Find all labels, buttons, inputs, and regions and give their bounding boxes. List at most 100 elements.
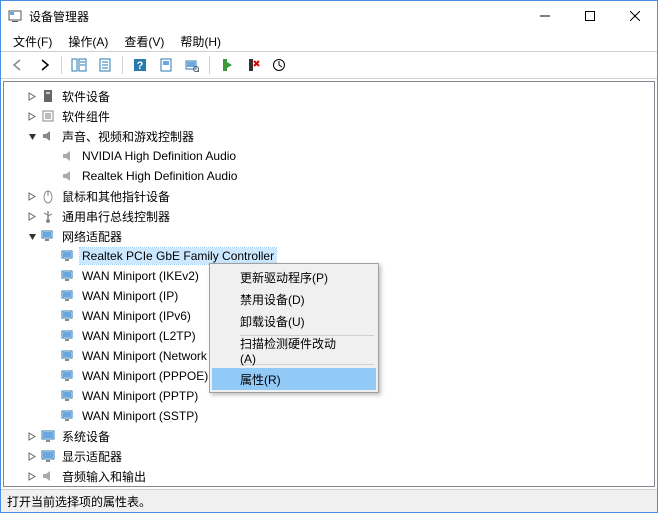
toolbar-separator [61, 56, 62, 74]
network-adapter-icon [60, 308, 76, 324]
tree-label: Realtek High Definition Audio [80, 168, 239, 184]
expand-icon[interactable] [24, 88, 40, 104]
expand-icon[interactable] [24, 448, 40, 464]
tree-label: WAN Miniport (L2TP) [80, 328, 198, 344]
tree-node-usb[interactable]: 通用串行总线控制器 [4, 206, 654, 226]
expand-icon[interactable] [24, 208, 40, 224]
tree-label: 系统设备 [60, 427, 112, 446]
collapse-icon[interactable] [24, 128, 40, 144]
computer-icon [40, 428, 56, 444]
ctx-label: 更新驱动程序(P) [240, 269, 328, 286]
mouse-icon [40, 188, 56, 204]
status-text: 打开当前选择项的属性表。 [7, 493, 151, 510]
ctx-scan-hardware[interactable]: 扫描检测硬件改动(A) [212, 339, 376, 361]
usb-icon [40, 208, 56, 224]
device-category-icon [40, 88, 56, 104]
expand-icon[interactable] [24, 428, 40, 444]
menubar: 文件(F) 操作(A) 查看(V) 帮助(H) [1, 31, 657, 51]
ctx-disable-device[interactable]: 禁用设备(D) [212, 288, 376, 310]
tree-label: WAN Miniport (IP) [80, 288, 180, 304]
toolbar-properties[interactable] [94, 54, 116, 76]
tree-node-network[interactable]: 网络适配器 [4, 226, 654, 246]
speaker-icon [60, 148, 76, 164]
tree-node-audio-io[interactable]: 音频输入和输出 [4, 466, 654, 486]
display-icon [40, 448, 56, 464]
network-adapter-icon [60, 348, 76, 364]
network-adapter-icon [60, 288, 76, 304]
tree-node-display[interactable]: 显示适配器 [4, 446, 654, 466]
tree-label: 网络适配器 [60, 227, 124, 246]
ctx-label: 扫描检测硬件改动(A) [240, 335, 336, 366]
toolbar-back[interactable] [7, 54, 29, 76]
network-adapter-icon [60, 368, 76, 384]
ctx-label: 卸载设备(U) [240, 313, 305, 330]
toolbar: ? [1, 51, 657, 79]
menu-file[interactable]: 文件(F) [5, 31, 60, 52]
tree-node-mouse[interactable]: 鼠标和其他指针设备 [4, 186, 654, 206]
tree-node-wan-sstp[interactable]: WAN Miniport (SSTP) [4, 406, 654, 426]
toolbar-separator [122, 56, 123, 74]
expand-icon[interactable] [24, 188, 40, 204]
tree-label: 显示适配器 [60, 447, 124, 466]
audio-icon [40, 468, 56, 484]
toolbar-help[interactable]: ? [129, 54, 151, 76]
tree-label: 软件组件 [60, 107, 112, 126]
network-adapter-icon [60, 328, 76, 344]
toolbar-computer[interactable] [155, 54, 177, 76]
tree-node-sound[interactable]: 声音、视频和游戏控制器 [4, 126, 654, 146]
tree-node-software-devices[interactable]: 软件设备 [4, 86, 654, 106]
tree-label: NVIDIA High Definition Audio [80, 148, 238, 164]
tree-label: WAN Miniport (IKEv2) [80, 268, 201, 284]
close-button[interactable] [612, 1, 657, 31]
menu-help[interactable]: 帮助(H) [172, 31, 229, 52]
network-adapter-icon [60, 248, 76, 264]
maximize-button[interactable] [567, 1, 612, 31]
device-category-icon [40, 108, 56, 124]
ctx-uninstall-device[interactable]: 卸载设备(U) [212, 310, 376, 332]
tree-label: 通用串行总线控制器 [60, 207, 172, 226]
toolbar-scan[interactable] [181, 54, 203, 76]
tree-content[interactable]: 软件设备 软件组件 声音、视频和游戏控制器 NVIDIA High Defini… [3, 81, 655, 487]
tree-label: Realtek PCIe GbE Family Controller [80, 248, 276, 264]
ctx-label: 禁用设备(D) [240, 291, 305, 308]
network-adapter-icon [60, 268, 76, 284]
minimize-button[interactable] [522, 1, 567, 31]
tree-node-software-components[interactable]: 软件组件 [4, 106, 654, 126]
ctx-properties[interactable]: 属性(R) [212, 368, 376, 390]
network-adapter-icon [60, 388, 76, 404]
network-adapter-icon [60, 408, 76, 424]
app-icon [7, 8, 23, 24]
expand-icon[interactable] [24, 468, 40, 484]
window-title: 设备管理器 [29, 8, 522, 25]
ctx-update-driver[interactable]: 更新驱动程序(P) [212, 266, 376, 288]
collapse-icon[interactable] [24, 228, 40, 244]
tree-node-nvidia-audio[interactable]: NVIDIA High Definition Audio [4, 146, 654, 166]
tree-label: WAN Miniport (PPPOE) [80, 368, 210, 384]
tree-label: 鼠标和其他指针设备 [60, 187, 172, 206]
tree-label: WAN Miniport (IPv6) [80, 308, 193, 324]
speaker-icon [60, 168, 76, 184]
tree-label: 软件设备 [60, 87, 112, 106]
tree-node-realtek-audio[interactable]: Realtek High Definition Audio [4, 166, 654, 186]
toolbar-forward[interactable] [33, 54, 55, 76]
svg-text:?: ? [137, 60, 144, 72]
toolbar-disable[interactable] [242, 54, 264, 76]
menu-action[interactable]: 操作(A) [60, 31, 116, 52]
tree-label: 音频输入和输出 [60, 467, 148, 486]
expand-icon[interactable] [24, 108, 40, 124]
titlebar: 设备管理器 [1, 1, 657, 31]
toolbar-update[interactable] [268, 54, 290, 76]
statusbar: 打开当前选择项的属性表。 [1, 489, 657, 512]
menu-view[interactable]: 查看(V) [116, 31, 172, 52]
context-menu: 更新驱动程序(P) 禁用设备(D) 卸载设备(U) 扫描检测硬件改动(A) 属性… [209, 263, 379, 393]
tree-label: WAN Miniport (SSTP) [80, 408, 200, 424]
tree-label: WAN Miniport (PPTP) [80, 388, 200, 404]
toolbar-show-hide[interactable] [68, 54, 90, 76]
toolbar-separator [209, 56, 210, 74]
device-manager-window: 设备管理器 文件(F) 操作(A) 查看(V) 帮助(H) [0, 0, 658, 513]
network-icon [40, 228, 56, 244]
tree-label: 声音、视频和游戏控制器 [60, 127, 196, 146]
tree-node-system[interactable]: 系统设备 [4, 426, 654, 446]
ctx-label: 属性(R) [240, 371, 281, 388]
toolbar-enable[interactable] [216, 54, 238, 76]
